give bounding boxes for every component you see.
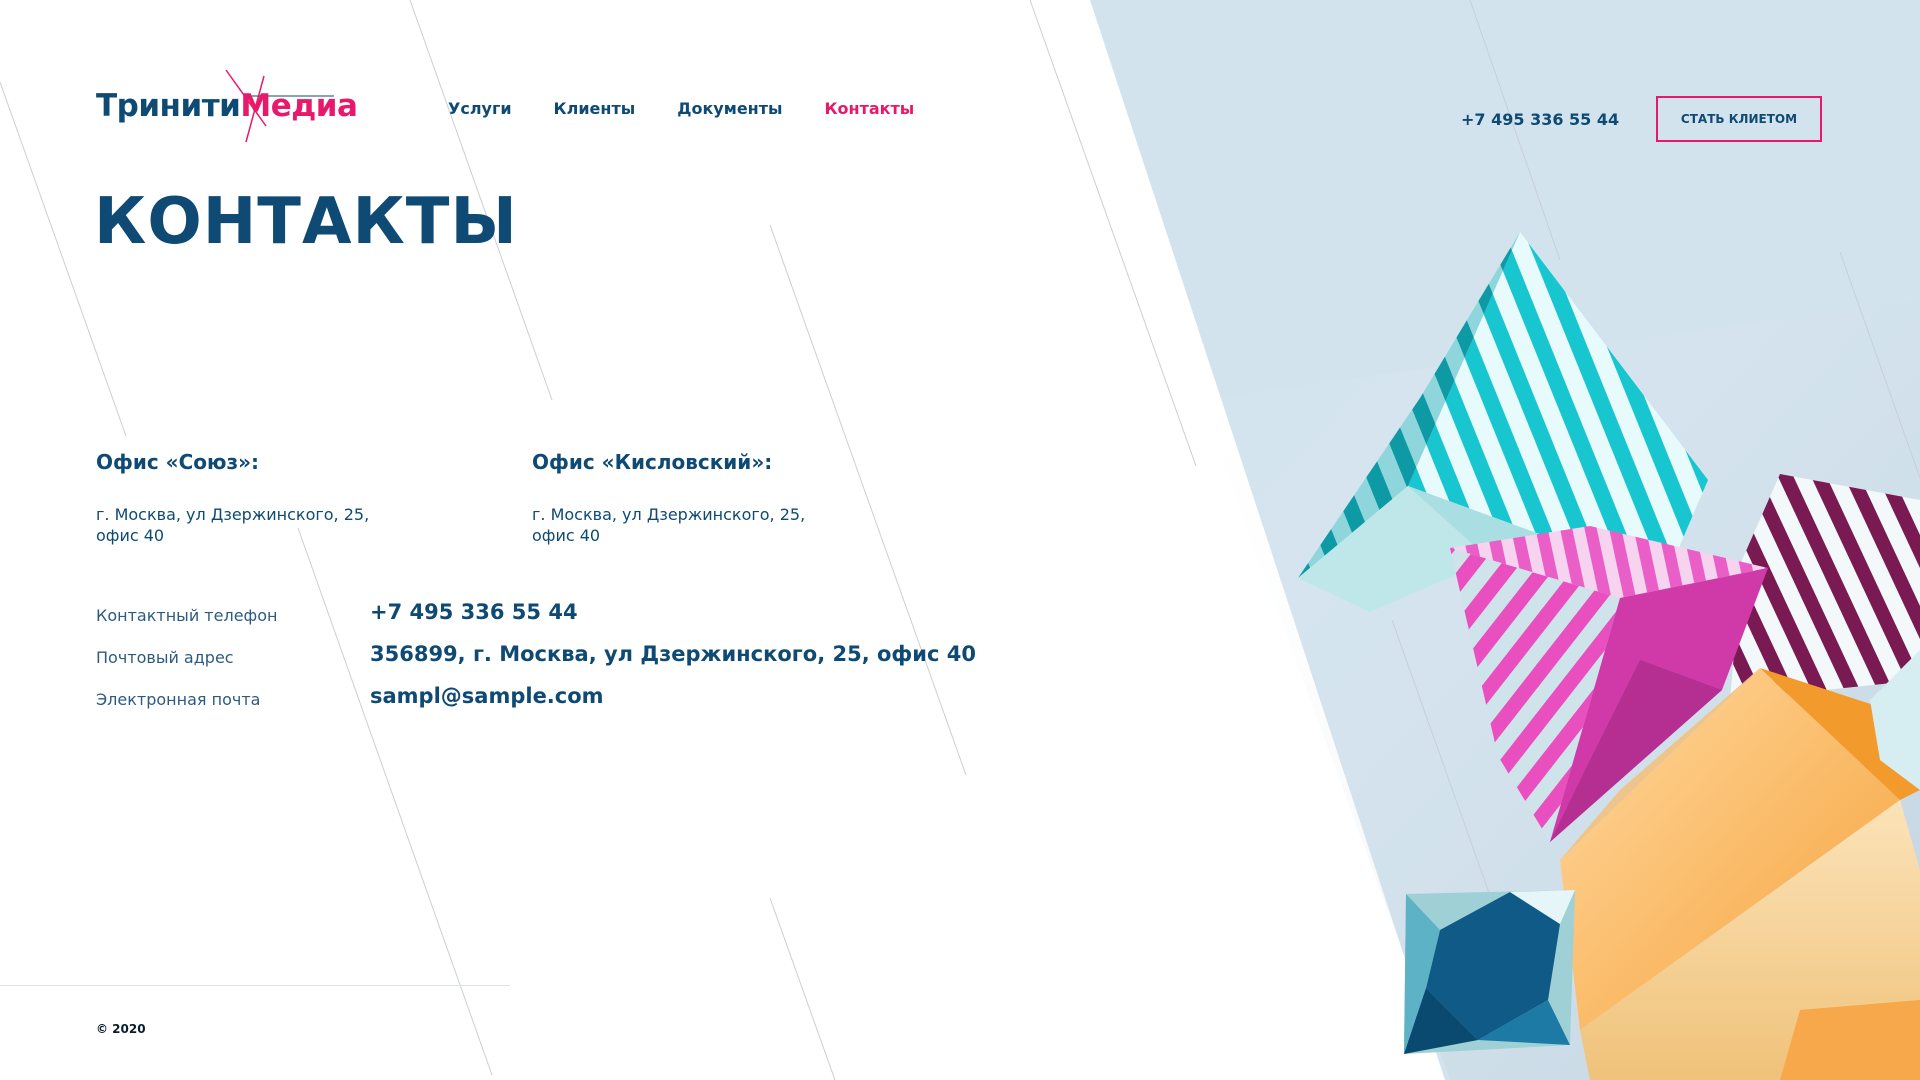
contact-label: Почтовый адрес xyxy=(96,648,234,667)
office-address-line: офис 40 xyxy=(532,526,601,545)
office-card: Офис «Кисловский»: г. Москва, ул Дзержин… xyxy=(532,450,852,546)
office-address: г. Москва, ул Дзержинского, 25, офис 40 xyxy=(96,504,416,546)
office-title: Офис «Союз»: xyxy=(96,450,259,474)
contact-phone-link[interactable]: +7 495 336 55 44 xyxy=(370,600,578,624)
nav-item-contacts[interactable]: Контакты xyxy=(824,99,914,118)
office-address-line: офис 40 xyxy=(96,526,165,545)
contact-email-link[interactable]: sampl@sample.com xyxy=(370,684,604,708)
brand-name-part2: Медиа xyxy=(240,88,358,124)
become-client-button[interactable]: Стать клиетом xyxy=(1656,96,1822,142)
brand-name: ТринитиМедиа xyxy=(96,88,358,124)
main-navigation: Услуги Клиенты Документы Контакты xyxy=(448,99,914,118)
copyright-text: © 2020 xyxy=(96,1022,146,1036)
contact-postal-address: 356899, г. Москва, ул Дзержинского, 25, … xyxy=(370,642,976,666)
contact-label: Контактный телефон xyxy=(96,606,278,625)
brand-name-part1: Тринити xyxy=(96,88,241,124)
contact-label: Электронная почта xyxy=(96,690,261,709)
header-phone-link[interactable]: +7 495 336 55 44 xyxy=(1461,110,1619,129)
nav-item-clients[interactable]: Клиенты xyxy=(554,99,636,118)
office-address-line: г. Москва, ул Дзержинского, 25, xyxy=(532,505,806,524)
page-title: КОНТАКТЫ xyxy=(94,185,518,259)
nav-item-services[interactable]: Услуги xyxy=(448,99,512,118)
office-title: Офис «Кисловский»: xyxy=(532,450,773,474)
footer-divider xyxy=(0,985,510,986)
brand-logo[interactable]: ТринитиМедиа xyxy=(96,68,358,144)
office-address-line: г. Москва, ул Дзержинского, 25, xyxy=(96,505,370,524)
nav-item-documents[interactable]: Документы xyxy=(677,99,782,118)
office-address: г. Москва, ул Дзержинского, 25, офис 40 xyxy=(532,504,852,546)
office-card: Офис «Союз»: г. Москва, ул Дзержинского,… xyxy=(96,450,416,546)
